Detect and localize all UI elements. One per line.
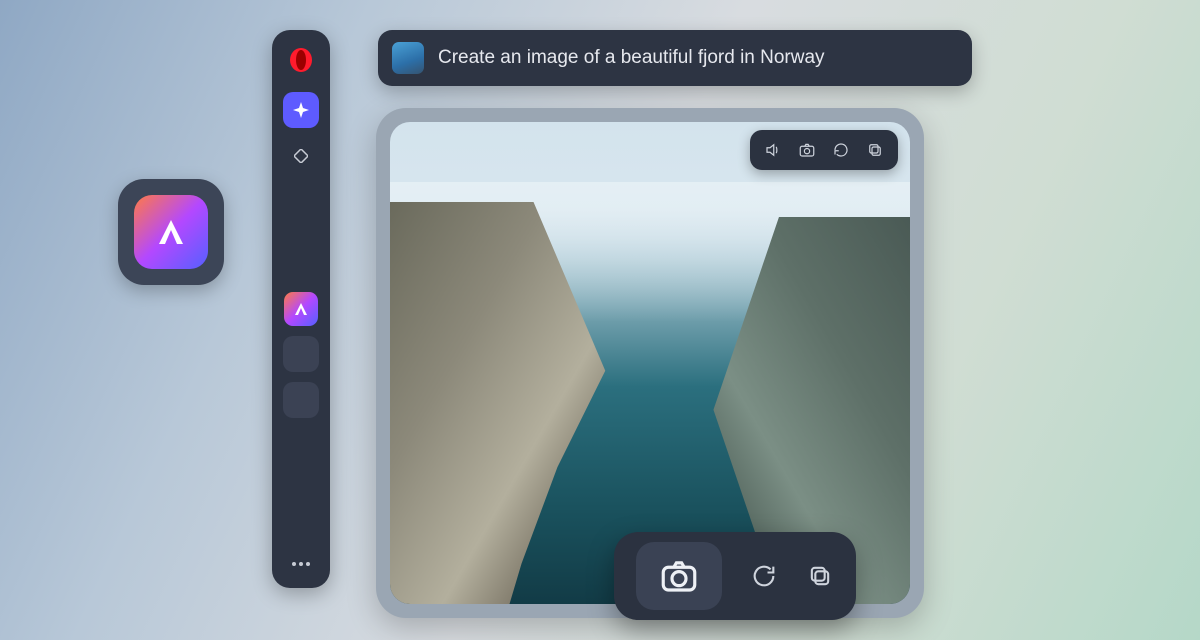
- app-launcher-tile[interactable]: [118, 179, 224, 285]
- copy-icon: [806, 562, 834, 590]
- copy-button[interactable]: [806, 562, 834, 590]
- prompt-text: Create an image of a beautiful fjord in …: [438, 47, 825, 69]
- camera-icon: [798, 141, 816, 159]
- aria-logo-icon: [149, 210, 193, 254]
- image-overlay-toolbar: [750, 130, 898, 170]
- regenerate-button[interactable]: [832, 141, 850, 159]
- refresh-icon: [750, 562, 778, 590]
- prompt-avatar-icon: [392, 42, 424, 74]
- sidebar-mini-app[interactable]: [284, 292, 318, 326]
- regenerate-button[interactable]: [750, 562, 778, 590]
- sidebar-empty-slot[interactable]: [283, 382, 319, 418]
- camera-icon: [658, 555, 700, 597]
- sidebar-more-button[interactable]: [283, 552, 319, 576]
- capture-button[interactable]: [636, 542, 722, 610]
- copy-button[interactable]: [866, 141, 884, 159]
- sidebar-item-aria[interactable]: [283, 92, 319, 128]
- aria-app-icon: [134, 195, 208, 269]
- sidebar-item-diamond[interactable]: [283, 138, 319, 174]
- read-aloud-button[interactable]: [764, 141, 782, 159]
- sidebar-empty-slot[interactable]: [283, 336, 319, 372]
- aria-logo-icon: [292, 300, 310, 318]
- more-icon: [291, 561, 311, 567]
- copy-icon: [866, 141, 884, 159]
- diamond-icon: [294, 149, 308, 163]
- sidebar-item-opera[interactable]: [283, 42, 319, 78]
- speaker-icon: [764, 141, 782, 159]
- refresh-icon: [832, 141, 850, 159]
- sparkle-icon: [292, 101, 310, 119]
- action-dock: [614, 532, 856, 620]
- vertical-sidebar: [272, 30, 330, 588]
- snapshot-button[interactable]: [798, 141, 816, 159]
- prompt-bar[interactable]: Create an image of a beautiful fjord in …: [378, 30, 972, 86]
- opera-icon: [288, 47, 314, 73]
